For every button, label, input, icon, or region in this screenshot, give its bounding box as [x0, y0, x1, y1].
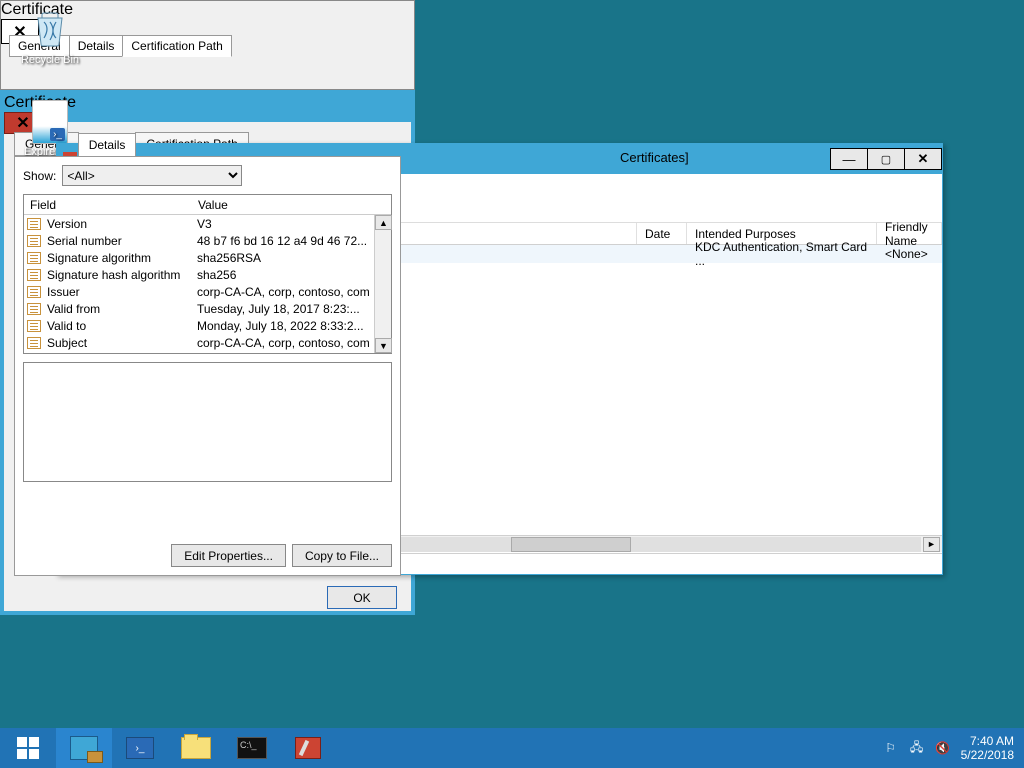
row-friendly: <None>: [877, 247, 936, 261]
details-row[interactable]: Valid toMonday, July 18, 2022 8:33:2...: [24, 317, 391, 334]
tray-clock[interactable]: 7:40 AM 5/22/2018: [961, 734, 1014, 762]
field-icon: [27, 303, 41, 315]
system-tray: ⚐ 🖧 🔇 7:40 AM 5/22/2018: [883, 734, 1024, 762]
taskbar: ⚐ 🖧 🔇 7:40 AM 5/22/2018: [0, 728, 1024, 768]
field-icon: [27, 286, 41, 298]
recycle-bin-icon: [26, 4, 74, 52]
toolbox-icon: [295, 737, 321, 759]
recycle-bin-label: Recycle Bin: [10, 54, 90, 66]
windows-logo-icon: [17, 737, 39, 759]
server-manager-icon: [70, 736, 98, 760]
details-row[interactable]: Valid fromTuesday, July 18, 2017 8:23:..…: [24, 300, 391, 317]
tray-network-icon[interactable]: 🖧: [909, 740, 925, 756]
explorer-icon: [181, 737, 211, 759]
tray-volume-icon[interactable]: 🔇: [935, 740, 951, 756]
taskbar-toolbox[interactable]: [280, 728, 336, 768]
tray-flag-icon[interactable]: ⚐: [883, 740, 899, 756]
field-icon: [27, 337, 41, 349]
details-row[interactable]: Subjectcorp-CA-CA, corp, contoso, com: [24, 334, 391, 351]
row-purposes: KDC Authentication, Smart Card ...: [687, 240, 877, 268]
powershell-icon: [126, 737, 154, 759]
details-scroll-down[interactable]: ▼: [375, 338, 392, 353]
show-dropdown[interactable]: <All>: [62, 165, 242, 186]
field-icon: [27, 320, 41, 332]
taskbar-server-manager[interactable]: [56, 728, 112, 768]
details-row[interactable]: Serial number48 b7 f6 bd 16 12 a4 9d 46 …: [24, 232, 391, 249]
field-icon: [27, 252, 41, 264]
copy-to-file-button[interactable]: Copy to File...: [292, 544, 392, 567]
scroll-right-button[interactable]: ►: [923, 537, 940, 552]
tray-date: 5/22/2018: [961, 748, 1014, 762]
show-label: Show:: [23, 169, 56, 183]
col-date[interactable]: Date: [637, 223, 687, 244]
mmc-maximize-button[interactable]: [867, 148, 905, 170]
taskbar-explorer[interactable]: [168, 728, 224, 768]
powershell-file-icon: [32, 100, 68, 144]
field-icon: [27, 269, 41, 281]
mmc-close-button[interactable]: [904, 148, 942, 170]
details-col-field[interactable]: Field: [24, 198, 192, 212]
certificate-dialog: Certificate ✕ General Details Certificat…: [0, 90, 415, 615]
details-row[interactable]: Signature hash algorithmsha256: [24, 266, 391, 283]
details-col-value[interactable]: Value: [192, 198, 391, 212]
field-icon: [27, 218, 41, 230]
details-scroll-up[interactable]: ▲: [375, 215, 392, 230]
tray-time: 7:40 AM: [961, 734, 1014, 748]
certback-tab-path[interactable]: Certification Path: [122, 35, 231, 57]
edit-properties-button[interactable]: Edit Properties...: [171, 544, 286, 567]
details-row[interactable]: Issuercorp-CA-CA, corp, contoso, com: [24, 283, 391, 300]
cert-tab-details[interactable]: Details: [78, 133, 137, 157]
taskbar-cmd[interactable]: [224, 728, 280, 768]
details-list[interactable]: Field Value VersionV3Serial number48 b7 …: [23, 194, 392, 354]
ok-button[interactable]: OK: [327, 586, 397, 609]
details-row[interactable]: Signature algorithmsha256RSA: [24, 249, 391, 266]
cmd-icon: [237, 737, 267, 759]
details-description-box[interactable]: [23, 362, 392, 482]
details-vscroll[interactable]: ▲ ▼: [374, 215, 391, 353]
start-button[interactable]: [0, 728, 56, 768]
col-friendly[interactable]: Friendly Name: [877, 223, 942, 244]
mmc-minimize-button[interactable]: [830, 148, 868, 170]
taskbar-powershell[interactable]: [112, 728, 168, 768]
field-icon: [27, 235, 41, 247]
recycle-bin[interactable]: Recycle Bin: [10, 4, 90, 66]
mmc-title-suffix: Certificates]: [620, 150, 689, 165]
details-row[interactable]: VersionV3: [24, 215, 391, 232]
